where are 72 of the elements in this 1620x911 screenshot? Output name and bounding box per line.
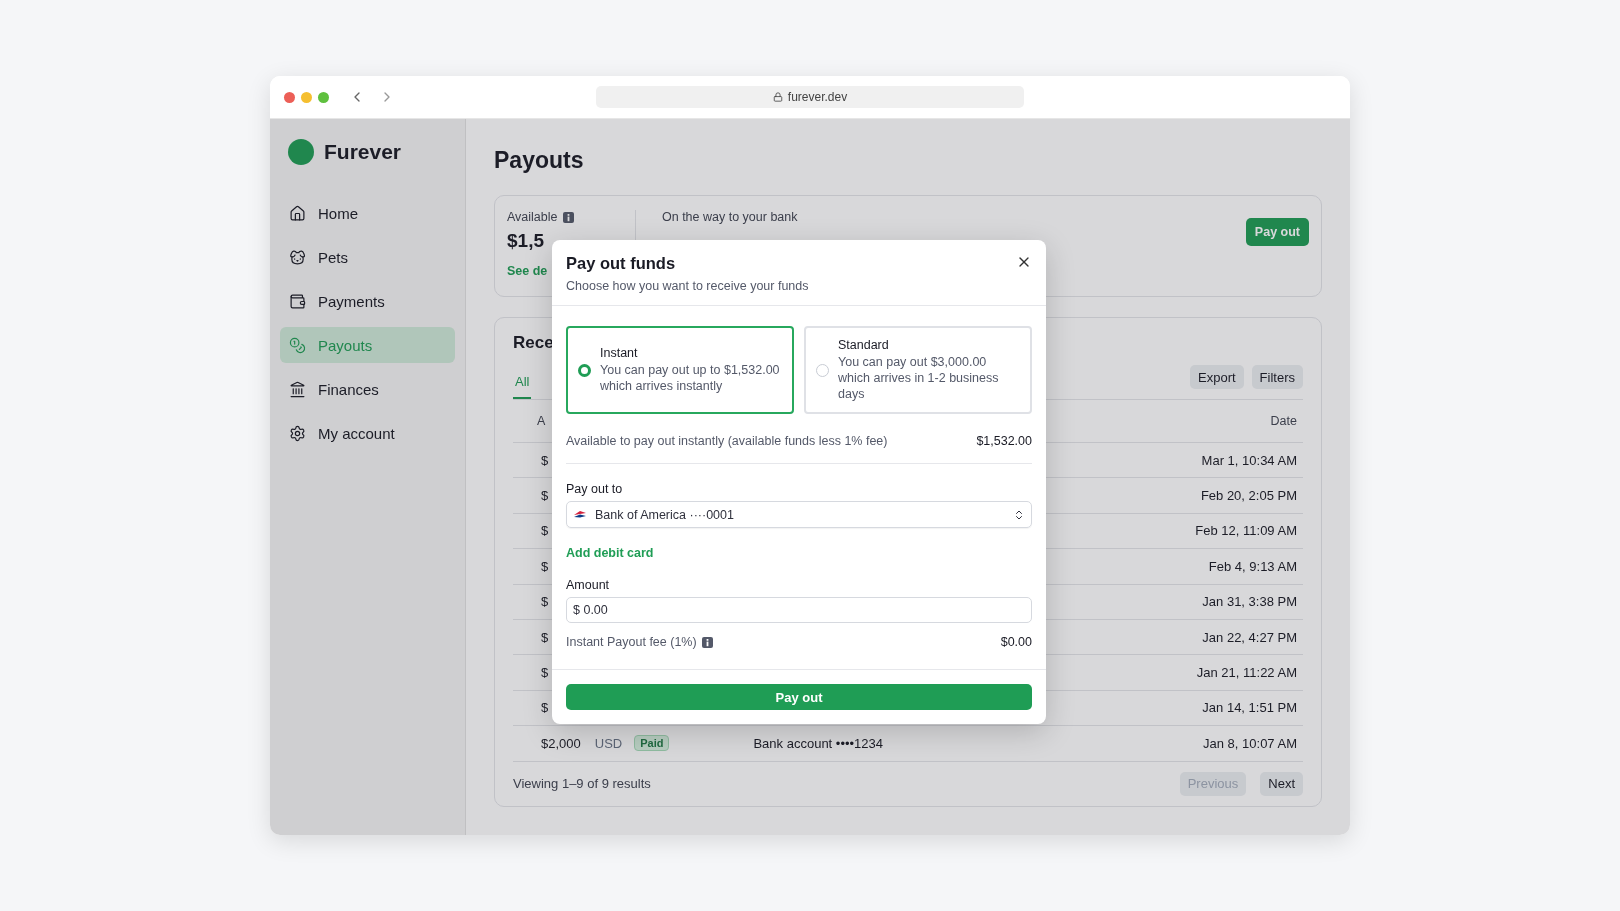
maximize-window-icon[interactable] (318, 91, 329, 103)
radio-button[interactable] (578, 363, 591, 377)
brand-name: Furever (324, 140, 402, 164)
destination-cell: Bank account ••••1234 (753, 735, 883, 751)
payout-option[interactable]: Standard You can pay out $3,000.00 which arrives in 1-2 business days (804, 326, 1032, 414)
available-note: Available to pay out instantly (available funds less 1% fee) (566, 434, 888, 448)
amount-cell: $ (541, 523, 549, 539)
amount-cell: $ (541, 629, 549, 645)
amount-cell: $ (541, 488, 549, 504)
available-amount: $1,5 (507, 230, 545, 252)
amount-cell: $ (541, 594, 549, 610)
amount-cell: $ (541, 700, 549, 716)
available-value: $1,532.00 (976, 434, 1032, 448)
in-transit-label: On the way to your bank (662, 210, 799, 224)
export-button[interactable]: Export (1190, 365, 1244, 389)
dialog-subtitle: Choose how you want to receive your funds (566, 279, 810, 293)
date-cell: Feb 12, 11:09 AM (1195, 523, 1297, 539)
payout-option[interactable]: Instant You can pay out up to $1,532.00 which arrives instantly (566, 326, 794, 414)
option-description: You can pay out $3,000.00 which arrives in 1-2 business days (838, 354, 1000, 402)
lock-icon (772, 92, 783, 102)
page-title: Payouts (494, 146, 585, 175)
radio-button[interactable] (816, 363, 829, 377)
amount-cell: $ (541, 558, 549, 574)
settings-icon (289, 424, 306, 442)
date-cell: Feb 4, 9:13 AM (1208, 558, 1297, 574)
column-header[interactable]: Date (1270, 414, 1297, 428)
amount-cell: $2,000 (541, 735, 581, 751)
available-label: Available (507, 210, 558, 224)
bank-flag-icon (573, 509, 587, 520)
date-cell: Jan 22, 4:27 PM (1202, 629, 1297, 645)
logo-icon (288, 139, 314, 165)
section-title: Rece (513, 332, 554, 354)
home-icon (289, 204, 306, 222)
amount-cell: $ (541, 665, 549, 681)
close-window-icon[interactable] (284, 91, 295, 103)
amount-field[interactable]: $ 0.00 (566, 597, 1032, 623)
filters-button[interactable]: Filters (1251, 365, 1303, 389)
sidebar-item[interactable]: Payments (280, 283, 455, 319)
currency-cell: USD (594, 735, 623, 751)
info-icon (562, 211, 574, 223)
address-bar[interactable]: furever.dev (596, 86, 1024, 108)
amount-cell: $ (541, 452, 549, 468)
date-cell: Mar 1, 10:34 AM (1201, 452, 1297, 468)
next-button[interactable]: Next (1260, 771, 1303, 796)
chevrons-icon (1013, 508, 1025, 521)
sidebar-item[interactable]: Pets (280, 239, 455, 275)
option-title: Instant (600, 346, 639, 360)
sidebar-item[interactable]: Home (280, 195, 455, 231)
status-badge: Paid (634, 735, 670, 752)
sidebar-item[interactable]: Finances (280, 371, 455, 407)
bank-select[interactable]: Bank of America ····0001 (566, 501, 1032, 528)
date-cell: Jan 21, 11:22 AM (1196, 665, 1297, 681)
option-description: You can pay out up to $1,532.00 which arrives instantly (600, 362, 781, 394)
sidebar-item[interactable]: My account (280, 415, 455, 451)
date-cell: Jan 31, 3:38 PM (1202, 594, 1297, 610)
minimize-window-icon[interactable] (301, 91, 312, 103)
option-title: Standard (838, 338, 890, 352)
info-icon (701, 636, 713, 648)
fee-value: $0.00 (1000, 635, 1032, 649)
field-label: Pay out to (566, 482, 624, 496)
coins-icon (289, 336, 306, 354)
column-header[interactable]: A (537, 414, 546, 428)
wallet-icon (289, 292, 306, 310)
dialog-title: Pay out funds (566, 254, 676, 273)
fee-label: Instant Payout fee (1%) (566, 635, 697, 649)
field-label: Amount (566, 578, 611, 592)
date-cell: Jan 8, 10:07 AM (1203, 735, 1297, 751)
bank-icon (289, 380, 306, 398)
date-cell: Feb 20, 2:05 PM (1200, 488, 1297, 504)
results-count: Viewing 1–9 of 9 results (513, 776, 651, 791)
date-cell: Jan 14, 1:51 PM (1202, 700, 1297, 716)
dog-icon (289, 248, 306, 266)
